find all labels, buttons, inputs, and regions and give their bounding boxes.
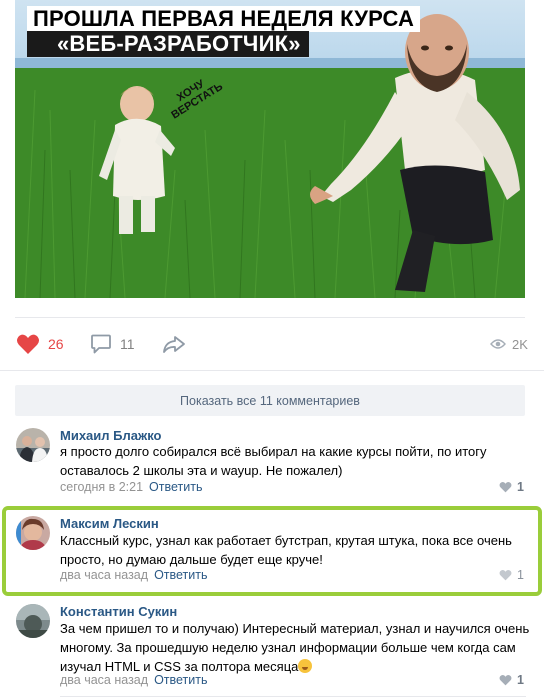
heart-icon [16,334,40,354]
comment-button[interactable]: 11 [90,333,135,355]
comment-author[interactable]: Константин Сукин [60,604,177,619]
comment-icon [91,334,111,354]
actions-divider [15,317,525,318]
comment-meta: два часа назад Ответить [60,673,208,687]
reply-link[interactable]: Ответить [154,568,207,582]
meme-title-line-2: «ВЕБ-РАЗРАБОТЧИК» [27,31,309,57]
comment-divider [60,696,526,697]
like-button[interactable]: 26 [16,333,64,355]
heart-icon [499,569,512,581]
eye-icon [490,339,506,349]
reply-link[interactable]: Ответить [149,480,202,494]
views-count: 2K [512,336,528,352]
block-divider [0,370,544,371]
avatar[interactable] [16,604,50,638]
comment-like-button[interactable]: 1 [499,480,524,494]
meme-title-line-1: ПРОШЛА ПЕРВАЯ НЕДЕЛЯ КУРСА [27,6,421,32]
comment-like-count: 1 [517,568,524,582]
comment-like-count: 1 [517,673,524,687]
post-image[interactable]: ПРОШЛА ПЕРВАЯ НЕДЕЛЯ КУРСА «ВЕБ-РАЗРАБОТ… [15,0,525,298]
comment-text: Классный курс, узнал как работает бутстр… [60,533,512,567]
share-arrow-icon [163,336,185,353]
reply-link[interactable]: Ответить [154,673,207,687]
like-count: 26 [48,336,64,352]
comment-author[interactable]: Михаил Блажко [60,428,161,443]
comment-count: 11 [120,336,135,352]
comment-text-content: За чем пришел то и получаю) Интересный м… [60,621,530,674]
share-button[interactable] [162,333,186,355]
heart-icon [499,481,512,493]
comment-text: За чем пришел то и получаю) Интересный м… [60,619,530,676]
comment-meta: два часа назад Ответить [60,568,208,582]
comment-like-button[interactable]: 1 [499,568,524,582]
comment-like-count: 1 [517,480,524,494]
avatar[interactable] [16,516,50,550]
comment-time[interactable]: два часа назад [60,673,148,687]
heart-icon [499,674,512,686]
views-counter: 2K [490,333,528,355]
comment-like-button[interactable]: 1 [499,673,524,687]
comment-text: я просто долго собирался всё выбирал на … [60,444,487,478]
comment-time[interactable]: сегодня в 2:21 [60,480,143,494]
comment-meta: сегодня в 2:21 Ответить [60,480,202,494]
emoji-icon [298,659,313,673]
comment-author[interactable]: Максим Лескин [60,516,159,531]
avatar[interactable] [16,428,50,462]
comment-time[interactable]: два часа назад [60,568,148,582]
show-all-comments-button[interactable]: Показать все 11 комментариев [15,385,525,416]
